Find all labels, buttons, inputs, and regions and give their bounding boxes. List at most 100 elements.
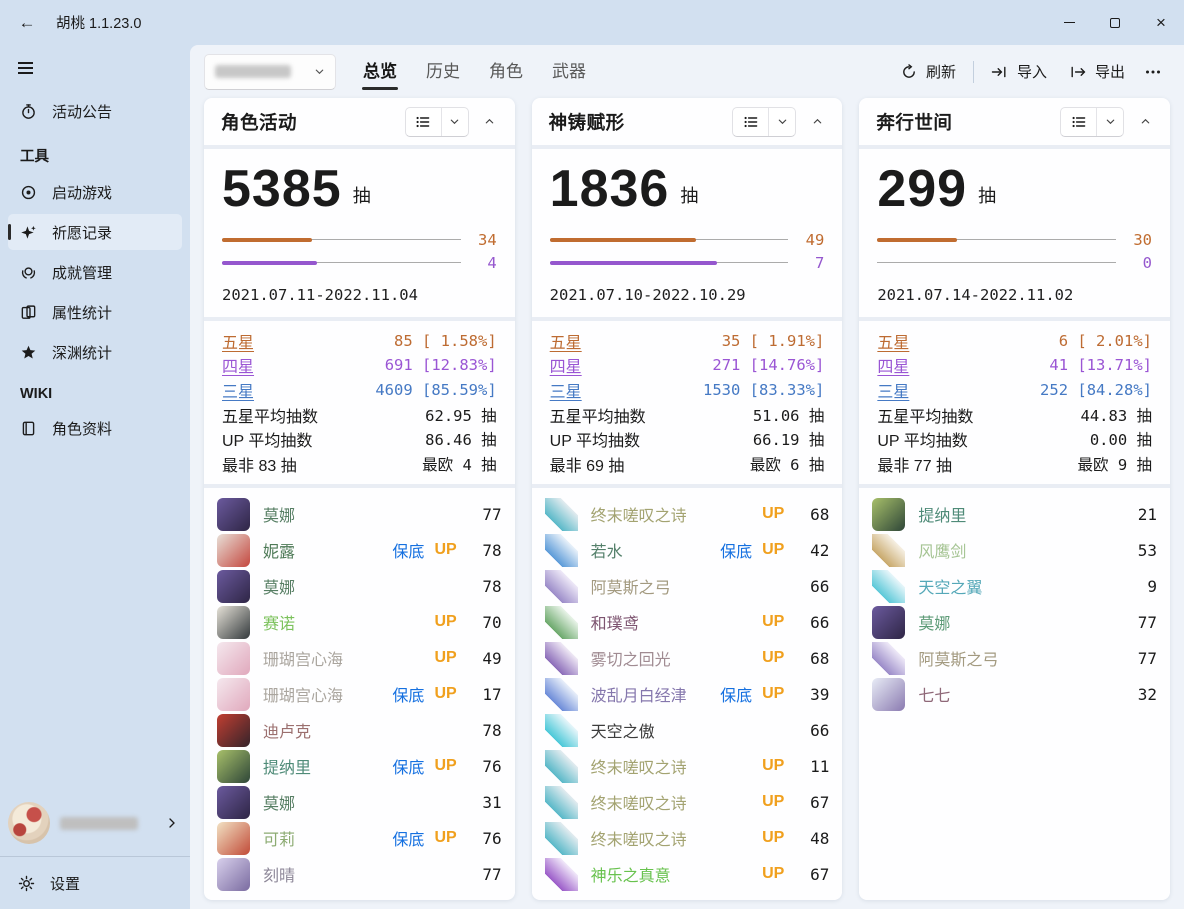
pull-list-row[interactable]: 莫娜 77 [217, 496, 502, 532]
back-button[interactable]: ← [10, 8, 44, 38]
stat-row: 最非 69 抽 最欧 6 抽 [550, 452, 825, 477]
pull-list-row[interactable]: 天空之翼 9 [872, 568, 1157, 604]
stat-label: 最非 69 抽 [550, 452, 625, 476]
list-icon[interactable] [406, 108, 441, 136]
maximize-button[interactable] [1092, 0, 1138, 45]
four-star-pity-fill [550, 261, 717, 265]
stat-label[interactable]: 四星 [550, 353, 582, 377]
list-mode-split-button[interactable] [732, 107, 796, 137]
pull-list-row[interactable]: 终末嗟叹之诗 UP 48 [545, 820, 830, 856]
pull-list-row[interactable]: 和璞鸢 UP 66 [545, 604, 830, 640]
pull-list-row[interactable]: 可莉 保底UP 76 [217, 820, 502, 856]
list-mode-split-button[interactable] [1060, 107, 1124, 137]
pull-list-row[interactable]: 迪卢克 78 [217, 712, 502, 748]
item-badges: 保底UP [392, 538, 456, 562]
pull-list: 提纳里 21 风鹰剑 53 天空之翼 9 莫娜 77 阿莫斯之弓 77 七七 3… [859, 488, 1170, 900]
pull-list-row[interactable]: 天空之傲 66 [545, 712, 830, 748]
collapse-card-button[interactable] [475, 107, 505, 137]
chevron-down-icon[interactable] [441, 108, 468, 136]
five-star-pity-bar: 34 [222, 230, 497, 250]
pull-list-row[interactable]: 珊瑚宫心海 UP 49 [217, 640, 502, 676]
sidebar-item-character-wiki[interactable]: 角色资料 [8, 410, 182, 446]
card-header: 神铸赋形 [532, 98, 843, 145]
pull-list-row[interactable]: 刻晴 77 [217, 856, 502, 892]
item-avatar [872, 642, 905, 675]
pull-list-row[interactable]: 妮露 保底UP 78 [217, 532, 502, 568]
export-button[interactable]: 导出 [1058, 54, 1136, 89]
collapse-card-button[interactable] [1130, 107, 1160, 137]
pull-list-row[interactable]: 提纳里 21 [872, 496, 1157, 532]
tab-history[interactable]: 历史 [425, 53, 461, 90]
sidebar-item-label: 角色资料 [52, 418, 112, 439]
total-pulls-unit: 抽 [680, 182, 698, 208]
pull-list-row[interactable]: 终末嗟叹之诗 UP 11 [545, 748, 830, 784]
item-avatar [217, 750, 250, 783]
list-icon[interactable] [733, 108, 768, 136]
stat-label[interactable]: 五星 [550, 329, 582, 353]
item-avatar [545, 822, 578, 855]
sidebar-item-wish-records[interactable]: 祈愿记录 [8, 214, 182, 250]
stat-label[interactable]: 四星 [222, 353, 254, 377]
item-avatar [545, 642, 578, 675]
user-account-row[interactable] [0, 790, 190, 856]
import-label: 导入 [1017, 61, 1047, 82]
item-pull-count: 78 [470, 577, 502, 596]
pull-list-row[interactable]: 莫娜 77 [872, 604, 1157, 640]
sidebar-item-abyss-stats[interactable]: 深渊统计 [8, 334, 182, 370]
stat-row: 五星平均抽数 44.83 抽 [877, 402, 1152, 427]
list-mode-split-button[interactable] [405, 107, 469, 137]
refresh-button[interactable]: 刷新 [890, 54, 967, 89]
item-avatar [217, 678, 250, 711]
stats-panel: 五星 6 [ 2.01%] 四星 41 [13.71%] 三星 252 [84.… [859, 321, 1170, 485]
minimize-button[interactable] [1046, 0, 1092, 45]
pull-list-row[interactable]: 七七 32 [872, 676, 1157, 712]
pull-list-row[interactable]: 神乐之真意 UP 67 [545, 856, 830, 892]
collapse-card-button[interactable] [802, 107, 832, 137]
sidebar-item-attribute-stats[interactable]: 属性统计 [8, 294, 182, 330]
import-button[interactable]: 导入 [980, 54, 1058, 89]
stat-label[interactable]: 五星 [222, 329, 254, 353]
pull-list-row[interactable]: 珊瑚宫心海 保底UP 17 [217, 676, 502, 712]
hamburger-menu-button[interactable] [14, 53, 48, 83]
list-icon[interactable] [1061, 108, 1096, 136]
pull-list-row[interactable]: 提纳里 保底UP 76 [217, 748, 502, 784]
pull-list-row[interactable]: 莫娜 31 [217, 784, 502, 820]
sidebar-item-launch-game[interactable]: 启动游戏 [8, 174, 182, 210]
item-name: 风鹰剑 [918, 538, 1099, 562]
pull-list-row[interactable]: 终末嗟叹之诗 UP 68 [545, 496, 830, 532]
close-button[interactable]: × [1138, 0, 1184, 45]
app-title: 胡桃 1.1.23.0 [56, 12, 141, 33]
pull-list-row[interactable]: 阿莫斯之弓 77 [872, 640, 1157, 676]
sidebar-item-announcements[interactable]: 活动公告 [8, 93, 182, 129]
pull-list-row[interactable]: 雾切之回光 UP 68 [545, 640, 830, 676]
sidebar-item-settings[interactable]: 设置 [0, 857, 190, 909]
stat-label[interactable]: 三星 [877, 378, 909, 402]
chevron-down-icon[interactable] [768, 108, 795, 136]
stat-value: 86.46 抽 [425, 428, 497, 450]
account-uid-redacted [215, 65, 291, 78]
pull-list-row[interactable]: 终末嗟叹之诗 UP 67 [545, 784, 830, 820]
card-summary: 299 抽 30 0 2021.07.14-2022.11.02 [859, 149, 1170, 317]
chevron-down-icon[interactable] [1096, 108, 1123, 136]
stat-label[interactable]: 三星 [550, 378, 582, 402]
sidebar-item-achievements[interactable]: 成就管理 [8, 254, 182, 290]
stat-value: 51.06 抽 [753, 404, 825, 426]
stat-label[interactable]: 三星 [222, 378, 254, 402]
item-name: 莫娜 [263, 574, 444, 598]
stat-label[interactable]: 五星 [877, 329, 909, 353]
tab-weapons[interactable]: 武器 [551, 53, 587, 90]
tab-overview[interactable]: 总览 [362, 53, 398, 90]
pull-list-row[interactable]: 若水 保底UP 42 [545, 532, 830, 568]
up-badge: UP [762, 685, 784, 703]
pull-list-row[interactable]: 波乱月白经津 保底UP 39 [545, 676, 830, 712]
pull-list-row[interactable]: 赛诺 UP 70 [217, 604, 502, 640]
stat-label[interactable]: 四星 [877, 353, 909, 377]
pull-list-row[interactable]: 风鹰剑 53 [872, 532, 1157, 568]
toolbar: 总览 历史 角色 武器 刷新 [190, 45, 1184, 90]
tab-characters[interactable]: 角色 [488, 53, 524, 90]
more-options-button[interactable] [1136, 57, 1170, 87]
sidebar-item-label: 成就管理 [52, 262, 112, 283]
account-selector-dropdown[interactable] [204, 54, 336, 90]
pull-list-row[interactable]: 阿莫斯之弓 66 [545, 568, 830, 604]
pull-list-row[interactable]: 莫娜 78 [217, 568, 502, 604]
